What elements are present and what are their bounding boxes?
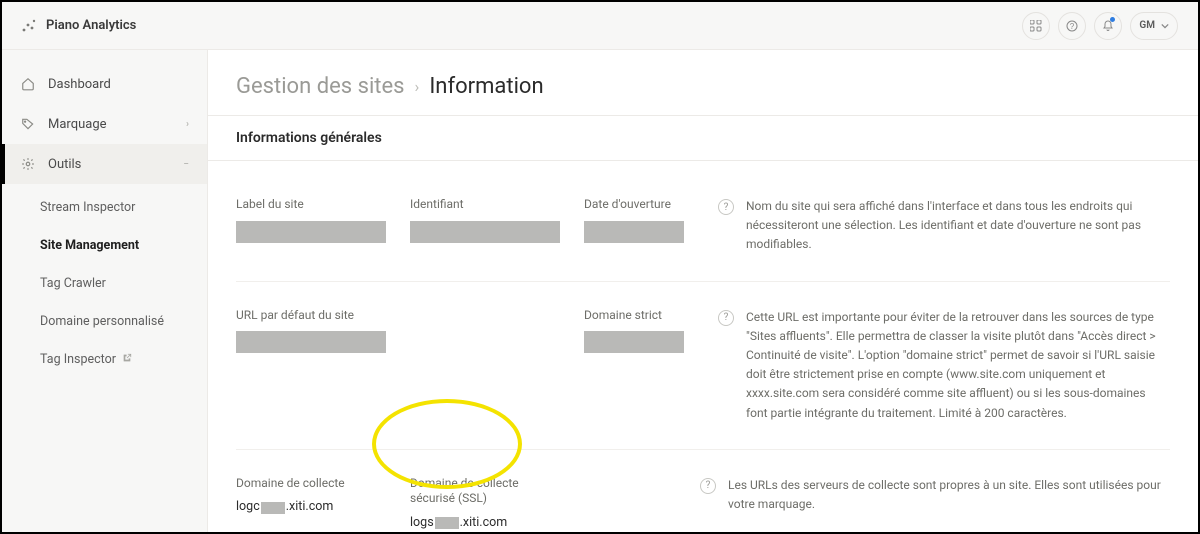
sidebar-item-outils[interactable]: Outils − <box>2 144 207 184</box>
sidebar-subitem-label: Tag Inspector <box>40 352 116 367</box>
sidebar-subitem-tag-crawler[interactable]: Tag Crawler <box>40 266 207 300</box>
redacted-fragment <box>435 517 459 529</box>
field-label: Domaine de collecte sécurisé (SSL) <box>410 476 560 507</box>
info-icon[interactable]: ? <box>700 478 716 494</box>
main-content: Gestion des sites › Information Informat… <box>208 50 1198 532</box>
field-identifiant: Identifiant <box>410 197 560 243</box>
user-menu[interactable]: GM <box>1130 12 1178 40</box>
sidebar-item-label: Dashboard <box>48 77 189 92</box>
sidebar-subitem-label: Stream Inspector <box>40 200 135 215</box>
breadcrumb: Gestion des sites › Information <box>208 50 1198 115</box>
field-label: Domaine de collecte <box>236 476 386 492</box>
external-link-icon <box>122 352 132 367</box>
sidebar-subitem-stream-inspector[interactable]: Stream Inspector <box>40 190 207 224</box>
sidebar-item-label: Outils <box>48 157 171 172</box>
field-domaine-collecte: Domaine de collecte logc .xiti.com <box>236 476 386 530</box>
field-label: Label du site <box>236 197 386 213</box>
home-icon <box>20 77 36 91</box>
help-icon[interactable]: ? <box>1058 12 1086 40</box>
collapse-icon: − <box>183 159 189 170</box>
field-url-defaut: URL par défaut du site <box>236 308 386 354</box>
sidebar-item-marquage[interactable]: Marquage › <box>2 104 207 144</box>
value-suffix: .xiti.com <box>460 515 508 530</box>
field-spacer <box>410 308 560 354</box>
redacted-value <box>584 331 684 353</box>
chevron-right-icon: › <box>186 119 189 130</box>
field-label: Domaine strict <box>584 308 684 324</box>
value-prefix: logc <box>236 499 260 514</box>
info-icon[interactable]: ? <box>718 199 734 215</box>
topbar: Piano Analytics ? GM <box>2 2 1198 50</box>
info-row-general: Label du site Identifiant Date d'ouvertu… <box>236 171 1170 281</box>
breadcrumb-parent[interactable]: Gestion des sites <box>236 74 405 99</box>
brand[interactable]: Piano Analytics <box>20 18 136 34</box>
chevron-right-icon: › <box>415 77 420 96</box>
field-label: URL par défaut du site <box>236 308 386 324</box>
sidebar-item-label: Marquage <box>48 117 174 132</box>
field-label: Identifiant <box>410 197 560 213</box>
tag-icon <box>20 117 36 131</box>
field-label-site: Label du site <box>236 197 386 243</box>
sidebar-subitem-label: Tag Crawler <box>40 276 106 291</box>
value-suffix: .xiti.com <box>286 499 334 514</box>
breadcrumb-current: Information <box>429 74 543 99</box>
sidebar-subitem-label: Domaine personnalisé <box>40 314 164 329</box>
gear-icon <box>20 157 36 171</box>
bell-icon[interactable] <box>1094 12 1122 40</box>
help-column: ? Les URLs des serveurs de collecte sont… <box>690 476 1170 514</box>
value-prefix: logs <box>410 515 434 530</box>
sidebar-subitem-site-management[interactable]: Site Management <box>40 228 207 262</box>
field-value: logs .xiti.com <box>410 515 560 530</box>
help-column: ? Cette URL est importante pour éviter d… <box>708 308 1170 423</box>
info-row-url: URL par défaut du site Domaine strict ? … <box>236 281 1170 449</box>
field-label: Date d'ouverture <box>584 197 684 213</box>
redacted-value <box>584 221 684 243</box>
chevron-down-icon <box>1161 22 1169 30</box>
section-title: Informations générales <box>208 115 1198 161</box>
sidebar-item-dashboard[interactable]: Dashboard <box>2 64 207 104</box>
brand-name: Piano Analytics <box>46 18 136 33</box>
info-icon[interactable]: ? <box>718 310 734 326</box>
help-text: Cette URL est importante pour éviter de … <box>746 308 1170 423</box>
field-value: logc .xiti.com <box>236 499 386 514</box>
field-domaine-collecte-ssl: Domaine de collecte sécurisé (SSL) logs.… <box>410 476 560 530</box>
help-text: Nom du site qui sera affiché dans l'inte… <box>746 197 1170 255</box>
notification-dot-icon <box>1110 17 1115 22</box>
help-text: Les URLs des serveurs de collecte sont p… <box>728 476 1170 514</box>
redacted-fragment <box>261 502 285 514</box>
brand-logo-icon <box>20 18 36 34</box>
sidebar-subitem-tag-inspector[interactable]: Tag Inspector <box>40 342 207 376</box>
apps-icon[interactable] <box>1022 12 1050 40</box>
sidebar-subitem-domaine-personnalise[interactable]: Domaine personnalisé <box>40 304 207 338</box>
top-actions: ? GM <box>1022 12 1178 40</box>
field-domaine-strict: Domaine strict <box>584 308 684 354</box>
sidebar-subitem-label: Site Management <box>40 238 139 253</box>
help-column: ? Nom du site qui sera affiché dans l'in… <box>708 197 1170 255</box>
field-date-ouverture: Date d'ouverture <box>584 197 684 243</box>
info-row-collecte: Domaine de collecte logc .xiti.com Domain… <box>236 449 1170 532</box>
user-initials: GM <box>1139 20 1155 31</box>
svg-text:?: ? <box>1070 22 1075 31</box>
redacted-value <box>236 221 386 243</box>
sidebar-subitems: Stream Inspector Site Management Tag Cra… <box>2 184 207 382</box>
redacted-value <box>236 331 386 353</box>
redacted-value <box>410 221 560 243</box>
sidebar: Dashboard Marquage › Outils − Stream Ins… <box>2 50 208 532</box>
